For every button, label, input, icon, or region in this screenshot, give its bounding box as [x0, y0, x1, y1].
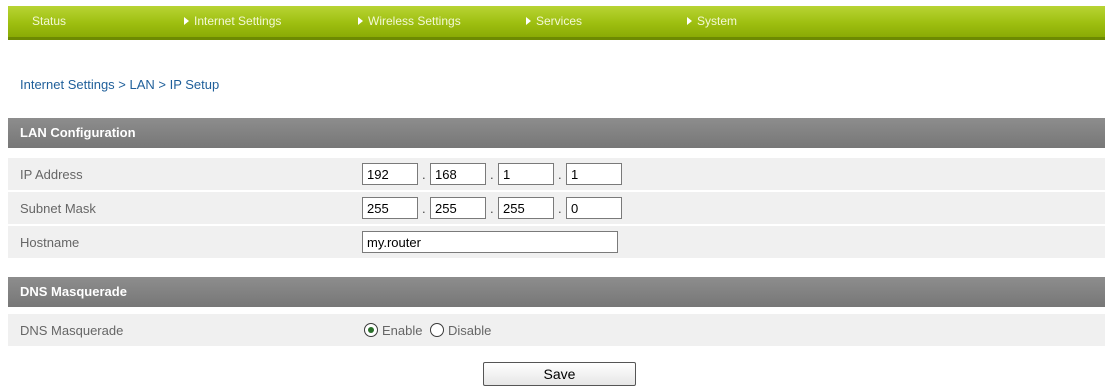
dns-masquerade-label: DNS Masquerade	[20, 323, 124, 338]
disable-radio-label[interactable]: Disable	[448, 314, 491, 347]
octet-separator: .	[422, 167, 426, 182]
nav-item-status[interactable]: Status	[32, 6, 66, 37]
ip-octet-4-input[interactable]	[566, 163, 622, 185]
hostname-label: Hostname	[20, 235, 80, 250]
octet-separator: .	[558, 201, 562, 216]
ip-octet-2-input[interactable]	[430, 163, 486, 185]
ip-address-row: IP Address . . .	[8, 158, 1105, 191]
mask-octet-3-input[interactable]	[498, 197, 554, 219]
enable-radio[interactable]	[364, 323, 378, 337]
nav-item-label: Status	[32, 14, 67, 28]
triangle-right-icon	[687, 17, 692, 25]
nav-item-label: Services	[536, 14, 583, 28]
nav-item-label: Wireless Settings	[368, 14, 461, 28]
hostname-row: Hostname	[8, 226, 1105, 259]
hostname-input[interactable]	[362, 231, 618, 253]
enable-radio-label[interactable]: Enable	[382, 314, 422, 347]
ip-address-label: IP Address	[20, 167, 83, 182]
nav-item-label: System	[697, 14, 738, 28]
octet-separator: .	[490, 201, 494, 216]
nav-item-system[interactable]: System	[687, 6, 737, 37]
octet-separator: .	[490, 167, 494, 182]
nav-item-wireless-settings[interactable]: Wireless Settings	[358, 6, 461, 37]
ip-octet-3-input[interactable]	[498, 163, 554, 185]
dns-masquerade-header: DNS Masquerade	[8, 277, 1105, 307]
save-button[interactable]: Save	[483, 362, 636, 386]
ip-octet-1-input[interactable]	[362, 163, 418, 185]
subnet-mask-label: Subnet Mask	[20, 201, 96, 216]
nav-item-internet-settings[interactable]: Internet Settings	[184, 6, 281, 37]
octet-separator: .	[422, 201, 426, 216]
triangle-right-icon	[358, 17, 363, 25]
triangle-right-icon	[526, 17, 531, 25]
nav-item-label: Internet Settings	[194, 14, 282, 28]
disable-radio[interactable]	[430, 323, 444, 337]
nav-item-services[interactable]: Services	[526, 6, 582, 37]
mask-octet-4-input[interactable]	[566, 197, 622, 219]
octet-separator: .	[558, 167, 562, 182]
lan-configuration-header: LAN Configuration	[8, 118, 1105, 148]
triangle-right-icon	[184, 17, 189, 25]
dns-masquerade-row: DNS Masquerade Enable Disable	[8, 314, 1105, 347]
mask-octet-2-input[interactable]	[430, 197, 486, 219]
breadcrumb: Internet Settings > LAN > IP Setup	[20, 77, 220, 92]
subnet-mask-row: Subnet Mask . . .	[8, 192, 1105, 225]
top-nav-bar: Status Internet Settings Wireless Settin…	[8, 6, 1105, 40]
mask-octet-1-input[interactable]	[362, 197, 418, 219]
